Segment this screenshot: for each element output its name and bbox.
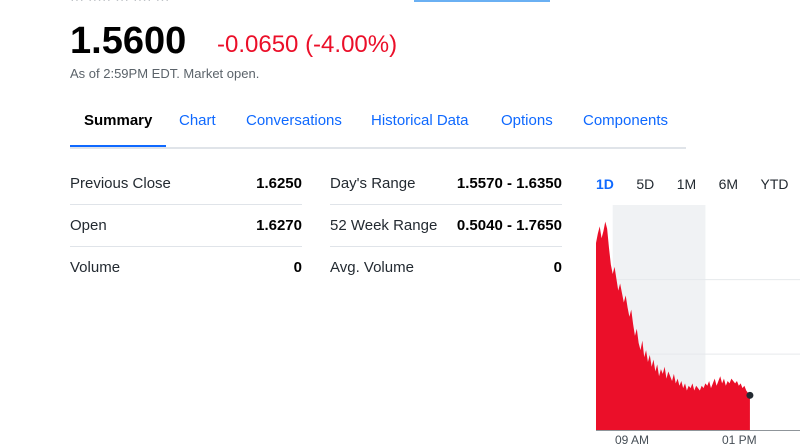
tabs-divider xyxy=(70,147,686,149)
stat-label: Avg. Volume xyxy=(330,259,414,276)
tab-summary[interactable]: Summary xyxy=(84,112,152,129)
range-6m-button[interactable]: 6M xyxy=(719,176,738,192)
stats-table-right: Day's Range 1.5570 - 1.6350 52 Week Rang… xyxy=(330,163,562,288)
stat-row-52-week-range: 52 Week Range 0.5040 - 1.7650 xyxy=(330,205,562,247)
quote-change: -0.0650 (-4.00%) xyxy=(217,31,398,58)
stats-table-left: Previous Close 1.6250 Open 1.6270 Volume… xyxy=(70,163,302,288)
range-ytd-button[interactable]: YTD xyxy=(761,176,789,192)
stat-row-previous-close: Previous Close 1.6250 xyxy=(70,163,302,205)
tab-historical-data[interactable]: Historical Data xyxy=(371,112,469,129)
quote-timestamp: As of 2:59PM EDT. Market open. xyxy=(70,66,260,81)
intraday-price-chart[interactable] xyxy=(596,205,800,431)
tab-conversations[interactable]: Conversations xyxy=(246,112,342,129)
stat-value: 0.5040 - 1.7650 xyxy=(456,217,562,234)
truncated-header-text: ··· ····· ··· ···· ··· xyxy=(70,0,169,7)
range-1d-button[interactable]: 1D xyxy=(596,176,614,192)
stat-label: 52 Week Range xyxy=(330,217,438,234)
stat-value: 0 xyxy=(293,259,302,276)
tab-options[interactable]: Options xyxy=(501,112,553,129)
stat-value: 1.5570 - 1.6350 xyxy=(456,175,562,192)
stat-row-avg-volume: Avg. Volume 0 xyxy=(330,247,562,288)
stat-label: Open xyxy=(70,217,107,234)
stat-value: 1.6250 xyxy=(256,175,302,192)
stat-row-days-range: Day's Range 1.5570 - 1.6350 xyxy=(330,163,562,205)
quote-tabs: Summary Chart Conversations Historical D… xyxy=(70,108,690,150)
stat-row-open: Open 1.6270 xyxy=(70,205,302,247)
stat-label: Volume xyxy=(70,259,121,276)
chart-range-selector: 1D 5D 1M 6M YTD 1 xyxy=(596,176,800,194)
stat-row-volume: Volume 0 xyxy=(70,247,302,288)
stat-label: Day's Range xyxy=(330,175,416,192)
quote-price: 1.5600 xyxy=(70,20,187,62)
stat-label: Previous Close xyxy=(70,175,171,192)
tab-components[interactable]: Components xyxy=(583,112,668,129)
range-5d-button[interactable]: 5D xyxy=(636,176,654,192)
stat-value: 0 xyxy=(553,259,562,276)
range-1m-button[interactable]: 1M xyxy=(677,176,696,192)
tab-chart[interactable]: Chart xyxy=(179,112,216,129)
truncated-header-link[interactable] xyxy=(414,0,550,2)
stat-value: 1.6270 xyxy=(256,217,302,234)
last-price-point xyxy=(746,391,754,399)
